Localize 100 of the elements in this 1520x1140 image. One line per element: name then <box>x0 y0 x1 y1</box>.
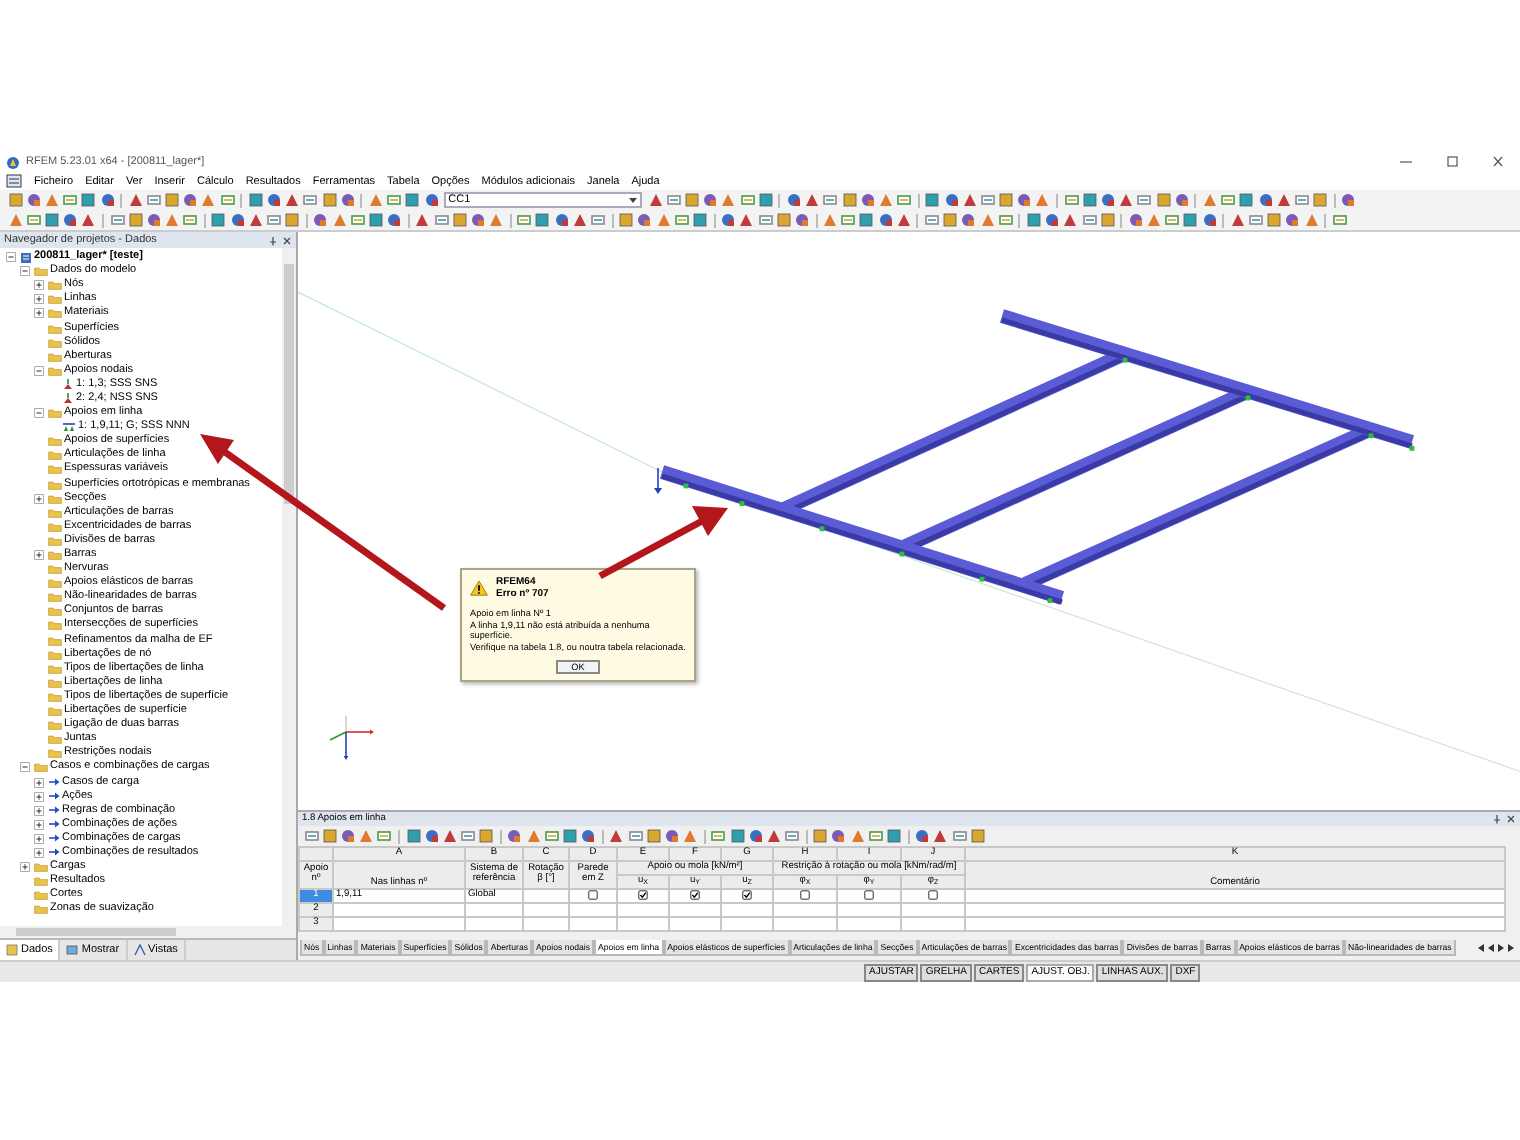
toolbar-icon[interactable] <box>663 828 680 844</box>
expand-icon[interactable] <box>34 819 44 830</box>
toolbar-icon[interactable] <box>1340 192 1357 208</box>
toolbar-icon[interactable] <box>739 192 756 208</box>
pin-icon[interactable] <box>1492 814 1502 824</box>
toolbar-icon[interactable] <box>896 192 913 208</box>
toolbar-icon[interactable] <box>25 212 42 228</box>
toolbar-icon[interactable] <box>376 828 393 844</box>
toolbar-icon[interactable] <box>859 192 876 208</box>
expand-icon[interactable] <box>34 791 44 802</box>
toolbar-icon[interactable] <box>312 212 329 228</box>
toolbar-icon[interactable] <box>534 212 551 228</box>
pin-icon[interactable] <box>268 235 278 245</box>
toolbar-icon[interactable] <box>516 212 533 228</box>
toolbar-icon[interactable] <box>793 212 810 228</box>
toolbar-icon[interactable] <box>710 828 727 844</box>
toolbar-icon[interactable] <box>460 828 477 844</box>
toolbar-icon[interactable] <box>1331 212 1348 228</box>
toolbar-icon[interactable] <box>914 828 931 844</box>
toolbar-icon[interactable] <box>349 212 366 228</box>
toolbar-icon[interactable] <box>303 828 320 844</box>
toolbar-icon[interactable] <box>1100 192 1117 208</box>
toolbar-icon[interactable] <box>266 192 283 208</box>
toolbar-icon[interactable] <box>951 828 968 844</box>
toolbar-icon[interactable] <box>673 212 690 228</box>
toolbar-icon[interactable] <box>1257 192 1274 208</box>
toolbar-icon[interactable] <box>1044 212 1061 228</box>
toolbar-icon[interactable] <box>636 212 653 228</box>
toolbar-icon[interactable] <box>1201 212 1218 228</box>
toolbar-icon[interactable] <box>702 192 719 208</box>
toolbar-icon[interactable] <box>1293 192 1310 208</box>
minimize-icon[interactable] <box>1398 156 1414 168</box>
toolbar-icon[interactable] <box>997 212 1014 228</box>
checkbox[interactable] <box>864 889 874 900</box>
expand-icon[interactable] <box>34 777 44 788</box>
toolbar-icon[interactable] <box>266 212 283 228</box>
scrollbar[interactable] <box>282 248 296 926</box>
toolbar-icon[interactable] <box>25 192 42 208</box>
expand-icon[interactable] <box>20 862 30 873</box>
toolbar-icon[interactable] <box>386 192 403 208</box>
toolbar-icon[interactable] <box>979 192 996 208</box>
expand-icon[interactable] <box>34 550 44 561</box>
checkbox-checked[interactable] <box>638 889 648 900</box>
collapse-icon[interactable] <box>34 408 44 419</box>
toolbar-icon[interactable] <box>302 192 319 208</box>
toolbar-icon[interactable] <box>1063 192 1080 208</box>
toolbar-icon[interactable] <box>590 212 607 228</box>
checkbox-checked[interactable] <box>742 889 752 900</box>
toolbar-icon[interactable] <box>960 212 977 228</box>
expand-icon[interactable] <box>34 280 44 291</box>
toolbar-icon[interactable] <box>109 212 126 228</box>
toolbar-icon[interactable] <box>339 192 356 208</box>
toolbar-icon[interactable] <box>1220 192 1237 208</box>
toolbar-icon[interactable] <box>478 828 495 844</box>
toolbar-icon[interactable] <box>969 828 986 844</box>
scrollbar[interactable] <box>0 926 296 938</box>
toolbar-icon[interactable] <box>886 828 903 844</box>
toolbar-icon[interactable] <box>339 828 356 844</box>
expand-icon[interactable] <box>34 308 44 319</box>
toolbar-icon[interactable] <box>580 828 597 844</box>
checkbox-checked[interactable] <box>690 889 700 900</box>
toolbar-icon[interactable] <box>757 212 774 228</box>
toolbar-icon[interactable] <box>720 212 737 228</box>
toolbar-icon[interactable] <box>562 828 579 844</box>
toolbar-icon[interactable] <box>99 192 116 208</box>
close-icon[interactable] <box>1490 156 1506 168</box>
toolbar-icon[interactable] <box>1248 212 1265 228</box>
collapse-icon[interactable] <box>20 762 30 773</box>
toolbar-icon[interactable] <box>321 828 338 844</box>
expand-icon[interactable] <box>34 294 44 305</box>
toolbar-icon[interactable] <box>506 828 523 844</box>
toolbar-icon[interactable] <box>469 212 486 228</box>
collapse-icon[interactable] <box>20 266 30 277</box>
toolbar-icon[interactable] <box>784 828 801 844</box>
toolbar-icon[interactable] <box>867 828 884 844</box>
toolbar-icon[interactable] <box>924 212 941 228</box>
toolbar-icon[interactable] <box>822 192 839 208</box>
toolbar-icon[interactable] <box>145 212 162 228</box>
expand-icon[interactable] <box>34 847 44 858</box>
checkbox[interactable] <box>588 889 598 900</box>
toolbar-icon[interactable] <box>543 828 560 844</box>
close-icon[interactable] <box>1506 814 1516 824</box>
checkbox[interactable] <box>928 889 938 900</box>
toolbar-icon[interactable] <box>840 212 857 228</box>
toolbar-icon[interactable] <box>386 212 403 228</box>
toolbar-icon[interactable] <box>433 212 450 228</box>
expand-icon[interactable] <box>34 493 44 504</box>
expand-icon[interactable] <box>34 805 44 816</box>
toolbar-icon[interactable] <box>665 192 682 208</box>
toolbar-icon[interactable] <box>451 212 468 228</box>
toolbar-icon[interactable] <box>145 192 162 208</box>
toolbar-icon[interactable] <box>182 192 199 208</box>
maximize-icon[interactable] <box>1444 156 1460 168</box>
toolbar-icon[interactable] <box>729 828 746 844</box>
toolbar-icon[interactable] <box>1081 212 1098 228</box>
toolbar-icon[interactable] <box>1016 192 1033 208</box>
toolbar-icon[interactable] <box>1164 212 1181 228</box>
toolbar-icon[interactable] <box>627 828 644 844</box>
toolbar-icon[interactable] <box>1284 212 1301 228</box>
toolbar-icon[interactable] <box>229 212 246 228</box>
